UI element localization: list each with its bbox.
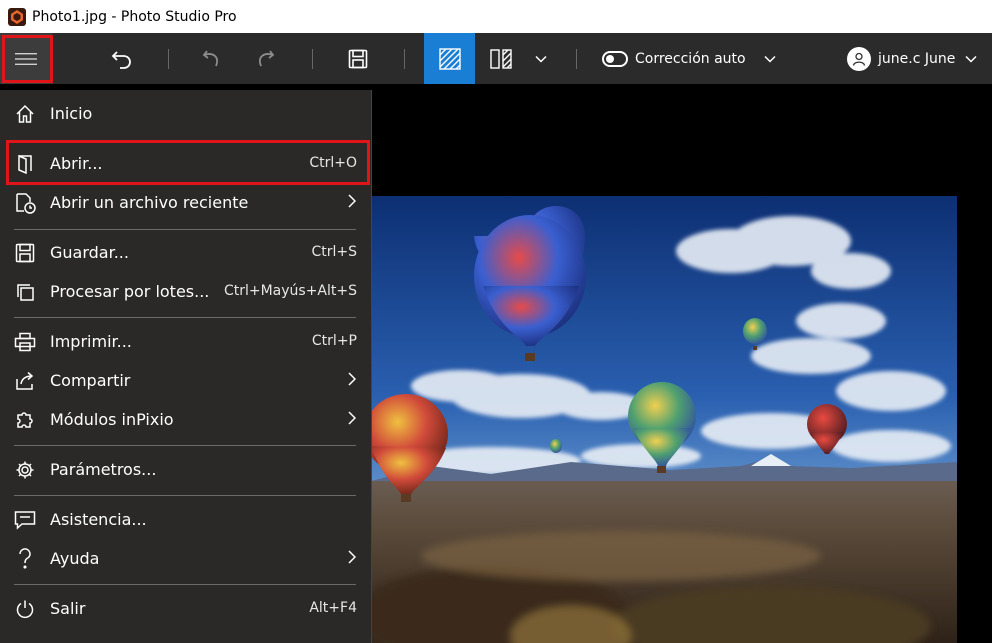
menu-item-label: Salir (50, 598, 86, 618)
title-bar: Photo1.jpg - Photo Studio Pro (0, 0, 992, 33)
menu-item-label: Parámetros... (50, 459, 157, 479)
menu-item-label: Procesar por lotes... (50, 281, 210, 301)
window-title: Photo1.jpg - Photo Studio Pro (32, 8, 237, 25)
menu-item-open-recent[interactable]: Abrir un archivo reciente (0, 183, 372, 221)
user-icon (852, 52, 866, 66)
menu-item-print[interactable]: Imprimir... Ctrl+P (0, 322, 372, 360)
chat-icon (14, 511, 36, 530)
undo-icon (111, 50, 131, 69)
toolbar: Corrección auto june.c June (0, 33, 992, 84)
menu-item-shortcut: Ctrl+S (311, 244, 357, 260)
menu-separator (14, 495, 356, 496)
menu-item-label: Imprimir... (50, 331, 132, 351)
undo-icon (202, 49, 218, 66)
toggle-switch[interactable] (602, 50, 628, 67)
menu-separator (14, 317, 356, 318)
single-view-button[interactable] (424, 33, 475, 84)
menu-item-support[interactable]: Asistencia... (0, 500, 372, 538)
menu-item-label: Inicio (50, 103, 93, 123)
auto-correction-toggle[interactable]: Corrección auto (602, 33, 792, 84)
menu-item-shortcut: Ctrl+Mayús+Alt+S (223, 283, 357, 299)
menu-item-label: Asistencia... (50, 509, 147, 529)
photo-canvas[interactable] (371, 196, 957, 643)
menu-item-settings[interactable]: Parámetros... (0, 450, 372, 488)
batch-icon (17, 284, 34, 301)
power-icon (16, 600, 34, 619)
chevron-right-icon (348, 194, 356, 208)
menu-item-shortcut: Alt+F4 (309, 600, 357, 616)
menu-item-share[interactable]: Compartir (0, 361, 372, 399)
menu-item-save[interactable]: Guardar... Ctrl+S (0, 233, 372, 271)
menu-item-label: Guardar... (50, 242, 129, 262)
menu-separator (14, 445, 356, 446)
app-window: Photo1.jpg - Photo Studio Pro Corrección… (0, 0, 992, 643)
balloons-photo (371, 196, 957, 643)
menu-item-shortcut: Ctrl+P (311, 333, 357, 349)
redo-icon (259, 49, 275, 66)
menu-item-shortcut: Ctrl+O (309, 155, 357, 171)
home-icon (16, 104, 34, 123)
main-menu-button[interactable] (0, 33, 52, 84)
menu-item-modules[interactable]: Módulos inPixio (0, 400, 372, 438)
save-button[interactable] (336, 33, 380, 84)
print-icon (14, 332, 36, 352)
menu-item-batch[interactable]: Procesar por lotes... Ctrl+Mayús+Alt+S (0, 272, 372, 310)
menu-separator (14, 229, 356, 230)
user-name: june.c June (878, 50, 956, 67)
menu-item-label: Ayuda (50, 548, 100, 568)
open-icon (18, 154, 32, 174)
user-account-menu[interactable]: june.c June (840, 33, 988, 84)
menu-item-help[interactable]: Ayuda (0, 539, 372, 577)
chevron-right-icon (348, 411, 356, 425)
chevron-right-icon (348, 372, 356, 386)
save-icon (15, 243, 35, 263)
gear-icon (16, 461, 34, 479)
redo-button[interactable] (243, 33, 287, 84)
chevron-down-icon (535, 55, 547, 63)
toolbar-separator (168, 49, 169, 69)
chevron-right-icon (348, 550, 356, 564)
save-icon (348, 49, 368, 68)
menu-item-label: Abrir... (50, 153, 103, 173)
chevron-down-icon[interactable] (764, 55, 776, 63)
balloon (550, 439, 562, 453)
avatar (847, 46, 871, 71)
toolbar-separator (404, 49, 405, 69)
toolbar-separator (312, 49, 313, 69)
chevron-down-icon (965, 55, 977, 63)
menu-item-open[interactable]: Abrir... Ctrl+O (0, 144, 372, 182)
app-logo-icon (8, 7, 26, 26)
menu-item-home[interactable]: Inicio (0, 94, 372, 132)
undo-button[interactable] (100, 33, 144, 84)
hamburger-icon (15, 52, 37, 65)
puzzle-icon (17, 412, 33, 428)
auto-correction-label: Corrección auto (635, 50, 746, 67)
share-icon (16, 371, 34, 390)
menu-item-label: Abrir un archivo reciente (50, 192, 249, 212)
menu-item-label: Compartir (50, 370, 131, 390)
single-view-icon (438, 47, 461, 70)
view-mode-dropdown[interactable] (526, 33, 556, 84)
question-icon (19, 548, 31, 569)
menu-separator (14, 584, 356, 585)
undo-history-button[interactable] (190, 33, 234, 84)
compare-view-icon (490, 48, 512, 69)
toolbar-separator (576, 49, 577, 69)
main-menu: Inicio Abrir... Ctrl+O Abrir un archivo … (0, 90, 372, 643)
menu-item-label: Módulos inPixio (50, 409, 174, 429)
compare-view-button[interactable] (479, 33, 523, 84)
recent-file-icon (16, 193, 36, 214)
menu-item-exit[interactable]: Salir Alt+F4 (0, 589, 372, 627)
